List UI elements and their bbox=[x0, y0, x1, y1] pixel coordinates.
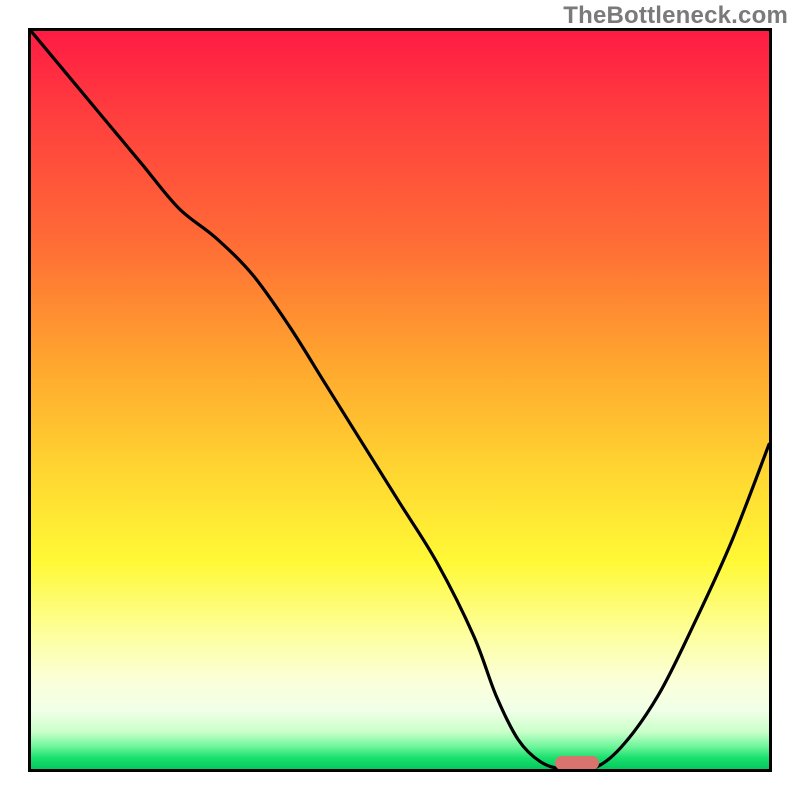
curve-path bbox=[31, 31, 769, 769]
optimal-marker bbox=[555, 756, 599, 770]
bottleneck-curve bbox=[31, 31, 769, 769]
watermark-text: TheBottleneck.com bbox=[563, 2, 788, 30]
chart-stage: TheBottleneck.com bbox=[0, 0, 800, 800]
plot-area bbox=[28, 28, 772, 772]
